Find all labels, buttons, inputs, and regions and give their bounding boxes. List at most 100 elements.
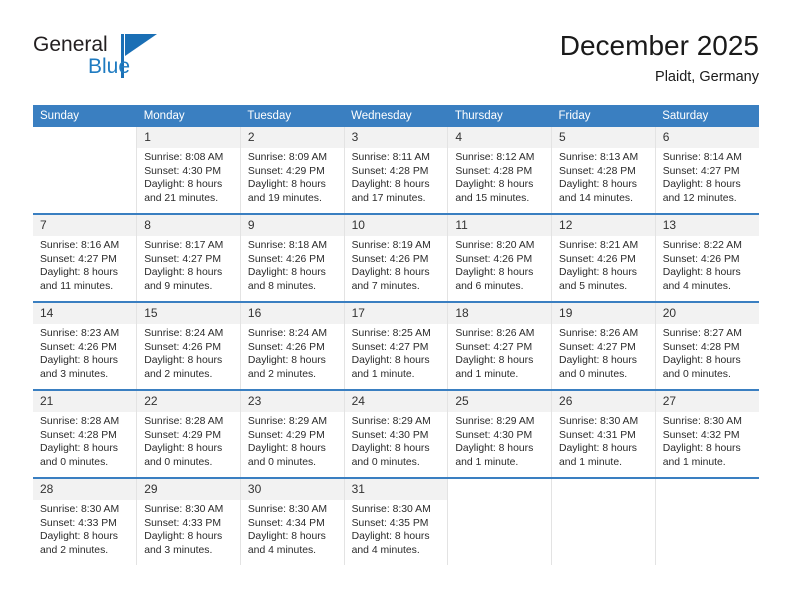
day-number: 23 xyxy=(240,391,344,412)
day-sun-info: Sunrise: 8:17 AM Sunset: 4:27 PM Daylight:… xyxy=(137,236,240,293)
sunrise-text: Sunrise: 8:22 AM xyxy=(662,240,742,251)
sunrise-text: Sunrise: 8:14 AM xyxy=(662,152,742,163)
day-sun-info: Sunrise: 8:18 AM Sunset: 4:26 PM Daylight:… xyxy=(241,236,344,293)
sunset-text: Sunset: 4:30 PM xyxy=(455,429,533,441)
sunset-text: Sunset: 4:27 PM xyxy=(40,253,117,265)
sunset-text: Sunset: 4:28 PM xyxy=(455,165,533,177)
daylight-text-line2: and 1 minute. xyxy=(662,456,726,468)
sunset-text: Sunset: 4:26 PM xyxy=(247,253,325,265)
calendar-day-cell[interactable]: 14 Sunrise: 8:23 AM Sunset: 4:26 PM Dayligh… xyxy=(33,303,138,389)
daylight-text-line1: Daylight: 8 hours xyxy=(455,443,534,455)
calendar-day-cell[interactable]: 11 Sunrise: 8:20 AM Sunset: 4:26 PM Dayligh… xyxy=(447,215,553,301)
sunrise-text: Sunrise: 8:09 AM xyxy=(247,152,328,163)
calendar-day-cell[interactable]: 21 Sunrise: 8:28 AM Sunset: 4:28 PM Dayligh… xyxy=(33,391,138,477)
daylight-text-line1: Daylight: 8 hours xyxy=(455,267,534,279)
daylight-text-line2: and 2 minutes. xyxy=(247,368,317,380)
page-subtitle: Plaidt, Germany xyxy=(655,69,759,85)
day-number xyxy=(552,479,655,500)
sunrise-text: Sunrise: 8:29 AM xyxy=(455,416,535,427)
sunrise-text: Sunrise: 8:19 AM xyxy=(351,240,431,251)
sunrise-text: Sunrise: 8:24 AM xyxy=(144,328,224,339)
daylight-text-line2: and 9 minutes. xyxy=(144,280,213,292)
sunrise-text: Sunrise: 8:28 AM xyxy=(40,416,120,427)
calendar-day-cell[interactable]: 30 Sunrise: 8:30 AM Sunset: 4:34 PM Dayligh… xyxy=(239,479,345,565)
sunset-text: Sunset: 4:30 PM xyxy=(144,165,222,177)
day-number: 13 xyxy=(655,215,759,236)
daylight-text-line1: Daylight: 8 hours xyxy=(40,531,118,543)
calendar-day-cell[interactable]: 6 Sunrise: 8:14 AM Sunset: 4:27 PM Daylight… xyxy=(654,127,759,213)
sunset-text: Sunset: 4:26 PM xyxy=(144,341,222,353)
day-sun-info: Sunrise: 8:26 AM Sunset: 4:27 PM Daylight:… xyxy=(448,324,551,381)
calendar-week-row: 28 Sunrise: 8:30 AM Sunset: 4:33 PM Dayligh… xyxy=(33,479,759,565)
day-number: 11 xyxy=(448,215,552,236)
day-sun-info: Sunrise: 8:29 AM Sunset: 4:30 PM Daylight:… xyxy=(448,412,551,469)
calendar-day-cell[interactable]: 1 Sunrise: 8:08 AM Sunset: 4:30 PM Daylight… xyxy=(136,127,241,213)
day-number: 31 xyxy=(344,479,448,500)
calendar-day-cell[interactable]: 27 Sunrise: 8:30 AM Sunset: 4:32 PM Dayligh… xyxy=(654,391,759,477)
sunset-text: Sunset: 4:27 PM xyxy=(144,253,222,265)
daylight-text-line2: and 4 minutes. xyxy=(662,280,731,292)
sunrise-text: Sunrise: 8:13 AM xyxy=(559,152,639,163)
calendar-day-cell[interactable]: 13 Sunrise: 8:22 AM Sunset: 4:26 PM Dayligh… xyxy=(654,215,759,301)
sunrise-text: Sunrise: 8:24 AM xyxy=(247,328,328,339)
day-number: 8 xyxy=(137,215,240,236)
calendar-day-cell[interactable]: 31 Sunrise: 8:30 AM Sunset: 4:35 PM Dayligh… xyxy=(343,479,449,565)
calendar-day-cell[interactable]: 19 Sunrise: 8:26 AM Sunset: 4:27 PM Dayligh… xyxy=(551,303,656,389)
calendar-day-cell[interactable]: 23 Sunrise: 8:29 AM Sunset: 4:29 PM Dayligh… xyxy=(239,391,345,477)
calendar-week-row: 14 Sunrise: 8:23 AM Sunset: 4:26 PM Dayligh… xyxy=(33,303,759,389)
calendar-day-cell[interactable]: 18 Sunrise: 8:26 AM Sunset: 4:27 PM Dayligh… xyxy=(447,303,553,389)
sunrise-text: Sunrise: 8:20 AM xyxy=(455,240,535,251)
sunset-text: Sunset: 4:26 PM xyxy=(351,253,429,265)
weekday-header-sunday: Sunday xyxy=(33,105,137,127)
daylight-text-line1: Daylight: 8 hours xyxy=(351,179,430,191)
sunrise-text: Sunrise: 8:16 AM xyxy=(40,240,120,251)
calendar-header-row: Sunday Monday Tuesday Wednesday Thursday… xyxy=(33,105,759,127)
calendar-day-cell[interactable]: 29 Sunrise: 8:30 AM Sunset: 4:33 PM Dayligh… xyxy=(136,479,241,565)
weekday-header-saturday: Saturday xyxy=(655,105,759,127)
calendar-day-cell[interactable]: 16 Sunrise: 8:24 AM Sunset: 4:26 PM Dayligh… xyxy=(239,303,345,389)
calendar-day-cell[interactable]: 22 Sunrise: 8:28 AM Sunset: 4:29 PM Dayligh… xyxy=(136,391,241,477)
sunset-text: Sunset: 4:33 PM xyxy=(40,517,117,529)
calendar-day-cell[interactable]: 5 Sunrise: 8:13 AM Sunset: 4:28 PM Daylight… xyxy=(551,127,656,213)
calendar-page: General Blue December 2025 Plaidt, Germa… xyxy=(0,0,792,612)
calendar-day-cell[interactable]: 26 Sunrise: 8:30 AM Sunset: 4:31 PM Dayligh… xyxy=(551,391,656,477)
calendar-day-cell[interactable]: 9 Sunrise: 8:18 AM Sunset: 4:26 PM Daylight… xyxy=(239,215,345,301)
calendar-day-cell[interactable]: 17 Sunrise: 8:25 AM Sunset: 4:27 PM Dayligh… xyxy=(343,303,449,389)
calendar-day-cell[interactable]: 15 Sunrise: 8:24 AM Sunset: 4:26 PM Dayligh… xyxy=(136,303,241,389)
calendar-day-cell[interactable]: 10 Sunrise: 8:19 AM Sunset: 4:26 PM Dayligh… xyxy=(343,215,449,301)
sunrise-text: Sunrise: 8:30 AM xyxy=(40,504,120,515)
sunset-text: Sunset: 4:26 PM xyxy=(247,341,325,353)
day-sun-info: Sunrise: 8:27 AM Sunset: 4:28 PM Daylight:… xyxy=(656,324,759,381)
day-number: 15 xyxy=(137,303,240,324)
day-number: 28 xyxy=(33,479,137,500)
calendar-day-cell[interactable]: 25 Sunrise: 8:29 AM Sunset: 4:30 PM Dayligh… xyxy=(447,391,553,477)
calendar-day-cell[interactable]: 3 Sunrise: 8:11 AM Sunset: 4:28 PM Daylight… xyxy=(343,127,449,213)
general-blue-logo[interactable]: General Blue xyxy=(33,33,173,85)
calendar-day-cell-empty xyxy=(447,479,553,565)
sunset-text: Sunset: 4:28 PM xyxy=(559,165,636,177)
daylight-text-line2: and 5 minutes. xyxy=(559,280,628,292)
day-sun-info: Sunrise: 8:29 AM Sunset: 4:30 PM Daylight:… xyxy=(345,412,448,469)
daylight-text-line2: and 8 minutes. xyxy=(247,280,317,292)
sunrise-text: Sunrise: 8:25 AM xyxy=(351,328,431,339)
day-sun-info: Sunrise: 8:09 AM Sunset: 4:29 PM Daylight:… xyxy=(241,148,344,205)
daylight-text-line1: Daylight: 8 hours xyxy=(351,531,430,543)
day-number: 9 xyxy=(240,215,344,236)
calendar-day-cell[interactable]: 28 Sunrise: 8:30 AM Sunset: 4:33 PM Dayligh… xyxy=(33,479,138,565)
calendar-day-cell[interactable]: 8 Sunrise: 8:17 AM Sunset: 4:27 PM Daylight… xyxy=(136,215,241,301)
calendar-day-cell[interactable]: 24 Sunrise: 8:29 AM Sunset: 4:30 PM Dayligh… xyxy=(343,391,449,477)
day-sun-info: Sunrise: 8:11 AM Sunset: 4:28 PM Daylight:… xyxy=(345,148,448,205)
daylight-text-line1: Daylight: 8 hours xyxy=(559,179,637,191)
daylight-text-line2: and 7 minutes. xyxy=(351,280,420,292)
sunrise-text: Sunrise: 8:26 AM xyxy=(455,328,535,339)
calendar-day-cell[interactable]: 7 Sunrise: 8:16 AM Sunset: 4:27 PM Daylight… xyxy=(33,215,138,301)
calendar-day-cell[interactable]: 12 Sunrise: 8:21 AM Sunset: 4:26 PM Dayligh… xyxy=(551,215,656,301)
weekday-header-wednesday: Wednesday xyxy=(344,105,448,127)
daylight-text-line2: and 4 minutes. xyxy=(351,544,420,556)
day-sun-info: Sunrise: 8:13 AM Sunset: 4:28 PM Daylight:… xyxy=(552,148,655,205)
daylight-text-line2: and 2 minutes. xyxy=(144,368,213,380)
day-number: 27 xyxy=(655,391,759,412)
calendar-day-cell[interactable]: 4 Sunrise: 8:12 AM Sunset: 4:28 PM Daylight… xyxy=(447,127,553,213)
calendar-day-cell[interactable]: 2 Sunrise: 8:09 AM Sunset: 4:29 PM Daylight… xyxy=(239,127,345,213)
calendar-day-cell[interactable]: 20 Sunrise: 8:27 AM Sunset: 4:28 PM Dayligh… xyxy=(654,303,759,389)
